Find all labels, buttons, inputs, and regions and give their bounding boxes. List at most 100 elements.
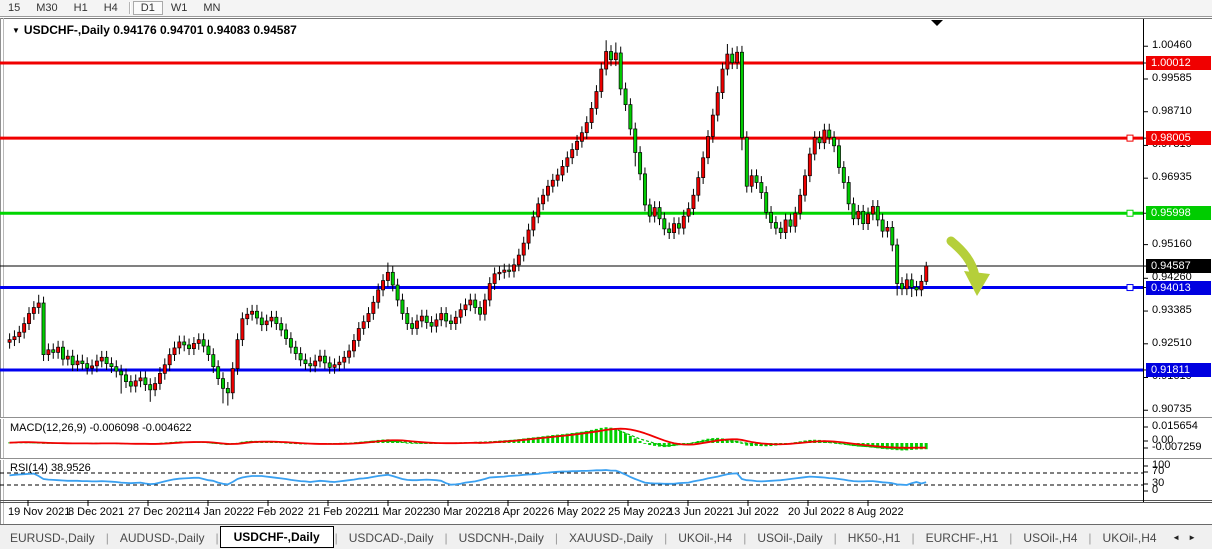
candle <box>706 136 709 157</box>
candle <box>66 356 69 359</box>
macd-bar <box>740 443 743 444</box>
price-line-badge: 0.91811 <box>1146 363 1211 377</box>
timeframe-button-h1[interactable]: H1 <box>66 1 96 15</box>
candle <box>789 220 792 226</box>
candle <box>605 51 608 69</box>
macd-bar <box>648 443 651 445</box>
candle <box>745 138 748 187</box>
candle <box>542 195 545 204</box>
chart-tab-eurchf-h1[interactable]: EURCHF-,H1 <box>916 528 1009 548</box>
candle <box>886 227 889 231</box>
price-axis-label: 0.98710 <box>1152 105 1192 117</box>
candle <box>61 347 64 359</box>
candle <box>362 322 365 329</box>
candle <box>115 367 118 371</box>
chevron-down-icon[interactable]: ▼ <box>12 26 20 35</box>
candle <box>833 138 836 146</box>
candle <box>702 158 705 178</box>
candle <box>86 364 89 368</box>
price-line-badge: 0.98005 <box>1146 131 1211 145</box>
price-axis-label: 0.93385 <box>1152 304 1192 316</box>
candle <box>508 270 511 271</box>
candle <box>799 195 802 213</box>
timeframe-button-15[interactable]: 15 <box>0 1 28 15</box>
candle <box>338 362 341 365</box>
chart-tab-usdcnh-daily[interactable]: USDCNH-,Daily <box>449 528 554 548</box>
chart-tab-usoil-daily[interactable]: USOil-,Daily <box>747 528 832 548</box>
macd-bar <box>624 433 627 443</box>
candle <box>658 208 661 219</box>
candle <box>556 175 559 180</box>
candle <box>76 361 79 365</box>
candle <box>566 158 569 167</box>
candle <box>925 266 928 281</box>
macd-bar <box>910 443 913 450</box>
chart-tab-audusd-daily[interactable]: AUDUSD-,Daily <box>110 528 215 548</box>
candle <box>440 313 443 319</box>
candle <box>871 206 874 213</box>
chart-tab-hk50-h1[interactable]: HK50-,H1 <box>838 528 911 548</box>
tabs-scroll-right-icon[interactable]: ► <box>1188 533 1204 542</box>
candle <box>900 284 903 289</box>
chart-tab-ukoil-h4[interactable]: UKOil-,H4 <box>668 528 742 548</box>
candle <box>546 186 549 195</box>
chart-tab-usdchf-daily[interactable]: USDCHF-,Daily <box>220 526 334 548</box>
candle <box>852 204 855 219</box>
chart-symbol-period: USDCHF-,Daily <box>24 23 110 37</box>
candle <box>891 227 894 245</box>
candle <box>42 303 45 355</box>
candle <box>183 342 186 345</box>
date-axis-label: 21 Feb 2022 <box>308 506 370 518</box>
chart-tab-ukoil-h4[interactable]: UKOil-,H4 <box>1093 528 1167 548</box>
candle <box>639 153 642 174</box>
price-axis-label: 0.90735 <box>1152 403 1192 415</box>
timeframe-button-m30[interactable]: M30 <box>28 1 65 15</box>
chart-canvas[interactable] <box>0 17 1212 524</box>
price-axis-label: 0.99585 <box>1152 72 1192 84</box>
candle <box>27 313 30 323</box>
candle <box>100 357 103 361</box>
indicator-axis-label: 70 <box>1152 465 1164 477</box>
candle <box>459 310 462 317</box>
candle <box>585 123 588 133</box>
candle <box>420 316 423 321</box>
timeframe-button-w1[interactable]: W1 <box>163 1 196 15</box>
macd-bar <box>634 438 637 443</box>
tabs-scroll-arrows: ◄► <box>1172 533 1212 542</box>
timeframe-button-h4[interactable]: H4 <box>96 1 126 15</box>
candle <box>551 180 554 186</box>
indicator-axis-label: 0 <box>1152 484 1158 496</box>
candle <box>124 375 127 382</box>
candle <box>881 220 884 231</box>
candle <box>837 146 840 168</box>
timeframe-button-d1[interactable]: D1 <box>133 1 163 15</box>
chart-tab-eurusd-daily[interactable]: EURUSD-,Daily <box>0 528 105 548</box>
chart-tab-usdcad-daily[interactable]: USDCAD-,Daily <box>339 528 444 548</box>
candle <box>187 345 190 349</box>
candle <box>478 307 481 314</box>
tabs-scroll-left-icon[interactable]: ◄ <box>1172 533 1188 542</box>
chart-window-tabbar: EURUSD-,Daily|AUDUSD-,Daily|USDCHF-,Dail… <box>0 524 1212 549</box>
candle <box>81 361 84 364</box>
candle <box>721 69 724 93</box>
macd-bar <box>406 443 409 444</box>
candle <box>352 340 355 350</box>
chart-tab-xauusd-daily[interactable]: XAUUSD-,Daily <box>559 528 663 548</box>
candle <box>769 212 772 222</box>
candle <box>202 340 205 346</box>
candle <box>682 216 685 228</box>
candle <box>13 337 16 340</box>
candle <box>760 182 763 192</box>
candle <box>294 347 297 353</box>
candle <box>265 321 268 325</box>
candle <box>284 330 287 339</box>
date-axis-label: 6 May 2022 <box>548 506 605 518</box>
candle <box>401 300 404 313</box>
candle <box>692 195 695 208</box>
timeframe-button-mn[interactable]: MN <box>195 1 228 15</box>
rsi-indicator-label: RSI(14) 38.9526 <box>10 462 91 474</box>
candle <box>668 229 671 233</box>
candle <box>343 357 346 362</box>
chart-tab-usoil-h4[interactable]: USOil-,H4 <box>1013 528 1087 548</box>
candle <box>304 360 307 364</box>
